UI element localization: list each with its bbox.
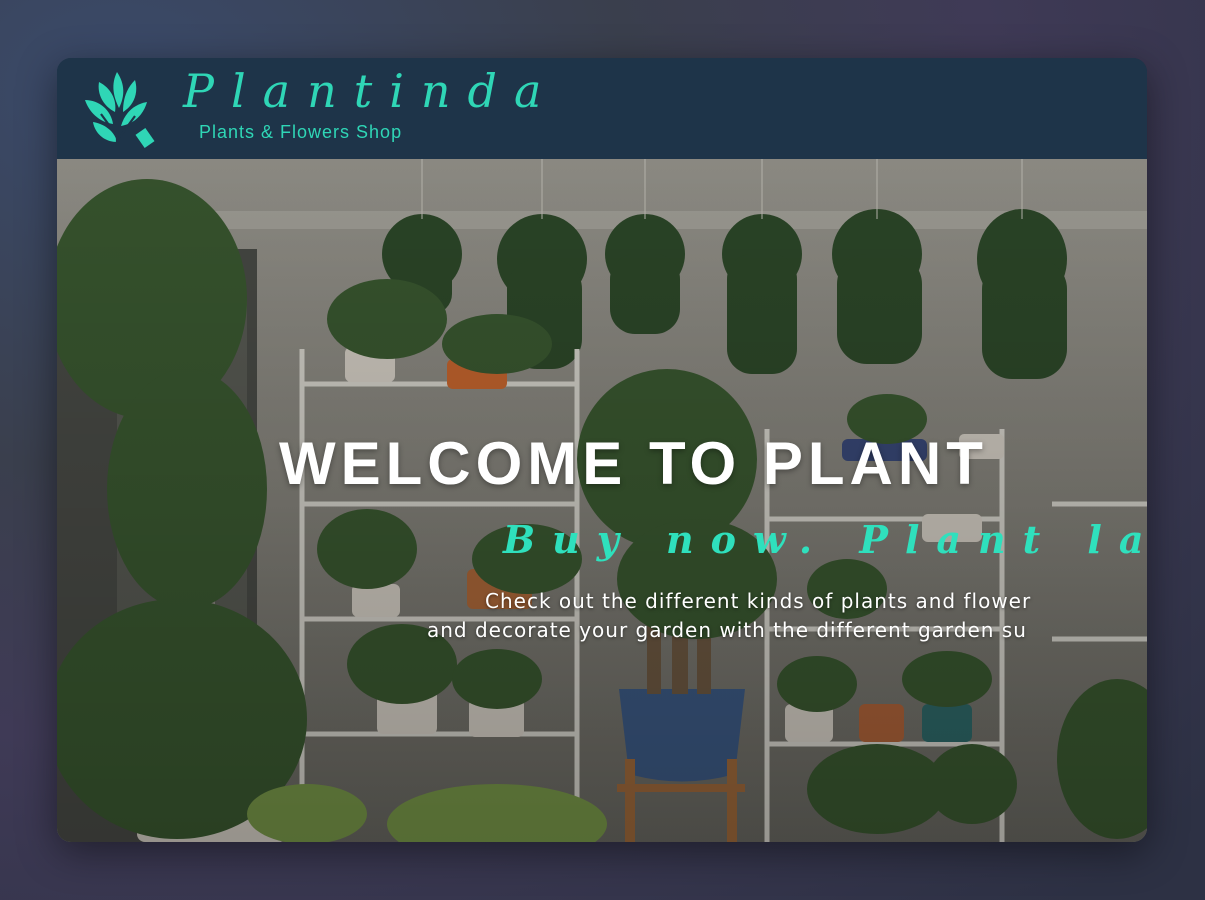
hero-banner: WELCOME TO PLANT Buy now. Plant later Ch…	[57, 159, 1147, 842]
hero-description-line-1: Check out the different kinds of plants …	[485, 589, 1032, 613]
app-window: Plantinda Plants & Flowers Shop WELCOME …	[57, 58, 1147, 842]
plant-shop-background-image	[57, 159, 1147, 842]
site-header: Plantinda Plants & Flowers Shop	[57, 58, 1147, 159]
hero-title: WELCOME TO PLANT	[279, 430, 988, 497]
hero-subtitle: Buy now. Plant later	[503, 517, 1147, 562]
leaf-tag-icon[interactable]	[81, 66, 159, 152]
hero-description-line-2: and decorate your garden with the differ…	[427, 618, 1027, 642]
brand-name[interactable]: Plantinda	[183, 64, 558, 118]
brand-tagline: Plants & Flowers Shop	[199, 122, 403, 142]
